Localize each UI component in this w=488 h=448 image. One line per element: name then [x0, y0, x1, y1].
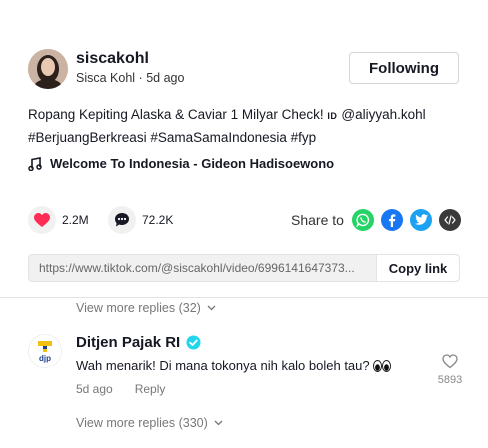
heart-icon — [34, 212, 50, 227]
like-button[interactable] — [28, 206, 56, 234]
music-track[interactable]: Welcome To Indonesia - Gideon Hadisoewon… — [28, 156, 334, 171]
reply-button[interactable]: Reply — [135, 382, 166, 396]
chevron-down-icon — [214, 420, 223, 426]
caption-id-tag: ID — [327, 111, 338, 121]
chevron-down-icon — [207, 305, 216, 311]
like-stat[interactable]: 2.2M — [28, 206, 89, 234]
twitter-icon[interactable] — [410, 209, 432, 231]
following-button[interactable]: Following — [349, 52, 459, 84]
comment-like[interactable]: 5893 — [434, 354, 466, 386]
section-divider — [0, 297, 488, 298]
facebook-icon[interactable] — [381, 209, 403, 231]
comment-meta: 5d ago Reply — [76, 382, 165, 396]
caption-hashtags[interactable]: #BerjuangBerkreasi #SamaSamaIndonesia #f… — [28, 130, 316, 145]
comment-text: Wah menarik! Di mana tokonya nih kalo bo… — [76, 358, 370, 373]
embed-glyph — [444, 215, 456, 225]
avatar-image — [28, 49, 68, 89]
comment-button[interactable] — [108, 206, 136, 234]
commenter-name[interactable]: Ditjen Pajak RI — [76, 334, 180, 351]
twitter-glyph — [414, 214, 428, 225]
music-note-icon — [28, 156, 42, 171]
music-title: Welcome To Indonesia - Gideon Hadisoewon… — [50, 156, 335, 171]
caption-mention[interactable]: @aliyyah.kohl — [341, 107, 425, 122]
commenter-name-row[interactable]: Ditjen Pajak RI — [76, 334, 201, 351]
djp-logo-icon: djp — [29, 335, 61, 367]
comment-stat[interactable]: 72.2K — [108, 206, 173, 234]
caption-text: Ropang Kepiting Alaska & Caviar 1 Milyar… — [28, 107, 328, 122]
link-copy-box: https://www.tiktok.com/@siscakohl/video/… — [28, 254, 460, 282]
comment-text-row: Wah menarik! Di mana tokonya nih kalo bo… — [76, 358, 391, 373]
whatsapp-glyph — [356, 213, 370, 227]
comment-like-count: 5893 — [437, 374, 463, 386]
view-more-replies-label: View more replies (32) — [76, 301, 201, 315]
share-label: Share to — [291, 212, 344, 228]
comment-time: 5d ago — [76, 382, 113, 396]
comment-count: 72.2K — [142, 213, 174, 227]
embed-code-icon[interactable] — [439, 209, 461, 231]
author-subline: Sisca Kohl · 5d ago — [76, 71, 184, 85]
author-display-name[interactable]: Sisca Kohl — [76, 71, 135, 85]
heart-outline-icon[interactable] — [442, 354, 458, 369]
svg-text:djp: djp — [39, 354, 51, 363]
view-more-replies-label: View more replies (330) — [76, 416, 208, 430]
subline-separator: · — [138, 71, 143, 85]
commenter-avatar[interactable]: djp — [28, 334, 62, 368]
post-caption: Ropang Kepiting Alaska & Caviar 1 Milyar… — [28, 104, 468, 148]
facebook-glyph — [389, 214, 396, 227]
comment-bubble-icon — [115, 213, 129, 227]
post-time: 5d ago — [146, 71, 185, 85]
like-count: 2.2M — [62, 213, 89, 227]
video-link[interactable]: https://www.tiktok.com/@siscakohl/video/… — [29, 255, 376, 281]
verified-badge-icon — [186, 335, 201, 350]
author-username[interactable]: siscakohl — [76, 50, 149, 68]
copy-link-button[interactable]: Copy link — [376, 255, 459, 281]
author-avatar[interactable] — [28, 49, 68, 89]
view-more-replies-top[interactable]: View more replies (32) — [76, 301, 216, 315]
view-more-replies-bottom[interactable]: View more replies (330) — [76, 416, 223, 430]
eyes-emoji-icon — [372, 359, 391, 372]
whatsapp-icon[interactable] — [352, 209, 374, 231]
